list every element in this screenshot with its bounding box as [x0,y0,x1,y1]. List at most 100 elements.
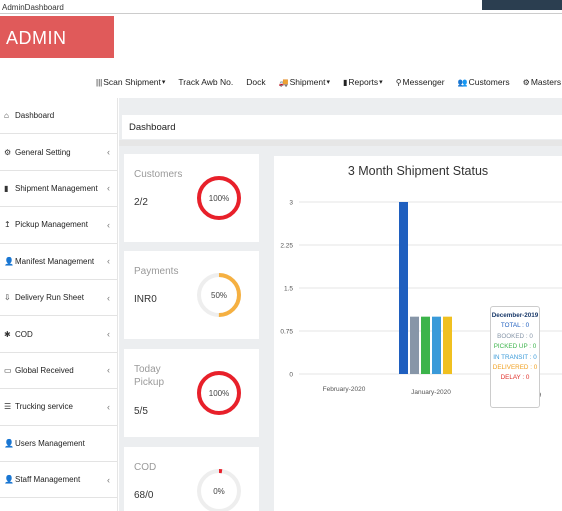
tooltip-row: IN TRANSIT : 0 [493,353,537,361]
caret-down-icon: ▾ [379,79,383,86]
tooltip-row: DELIVERED : 0 [492,364,538,372]
tooltip-row: PICKED UP : 0 [493,343,537,351]
chevron-left-icon[interactable]: ‹ [107,183,110,193]
bar-delivered[interactable] [443,316,452,374]
nav-label: Reports [348,77,379,87]
nav-label: Dock [246,77,266,87]
sidebar: ⌂ Dashboard ⚙ General Setting ‹ ▮ Shipment Man… [0,98,118,511]
bar-total[interactable] [399,202,408,374]
chevron-left-icon[interactable]: ‹ [107,329,110,339]
sidebar-item-label: Users Management [15,438,85,448]
delivery-run-sheet-icon: ⇩ [4,293,11,303]
shipment-management-icon: ▮ [4,183,9,193]
x-tick-label: January-2020 [411,389,451,396]
stat-card-customers[interactable]: Customers 2/2 100% [124,154,259,242]
nav-label: Messenger [402,77,445,87]
tooltip-row: DELAY : 0 [500,374,530,382]
stat-card-percent: 100% [208,194,230,203]
sidebar-item-label: Manifest Management [15,256,95,266]
nav-messenger[interactable]: ⚲ Messenger [396,74,445,90]
nav-label: Track Awb No. [178,77,234,87]
nav-dock[interactable]: Dock [246,74,265,90]
sidebar-item-label: Global Received [15,365,74,375]
stat-card-percent: 0% [213,487,225,496]
chevron-left-icon[interactable]: ‹ [107,293,110,303]
sidebar-item-manifest-management[interactable]: 👤 Manifest Management ‹ [0,244,117,280]
trucking-service-icon: ☰ [4,402,12,412]
nav-masters[interactable]: ⚙ Masters [523,74,561,90]
tooltip-title: December-2019 [491,312,539,319]
sidebar-item-label: Delivery Run Sheet [15,293,84,303]
dashboard-icon: ⌂ [4,111,9,121]
stat-card-value: 5/5 [134,406,148,417]
manifest-management-icon: 👤 [4,256,14,266]
stat-card-value: 68/0 [134,490,154,501]
sidebar-item-dashboard[interactable]: ⌂ Dashboard [0,98,117,135]
y-tick-label: 1.5 [284,286,293,293]
y-tick-label: 0.75 [280,329,293,336]
nav-label: Scan Shipment [103,77,161,87]
users-icon: 👥 [457,77,468,87]
sidebar-item-label: Dashboard [15,111,55,121]
bar-in-transit[interactable] [432,316,441,374]
header-divider [119,140,562,146]
sidebar-item-label: Staff Management [15,475,81,485]
sidebar-item-general-setting[interactable]: ⚙ General Setting ‹ [0,134,117,171]
nav-label: Shipment [289,77,326,87]
caret-down-icon: ▾ [161,79,166,86]
brand-logo[interactable]: ADMIN [0,16,114,58]
nav-shipment[interactable]: 🚚 Shipment ▾ [279,74,330,90]
main-content: Dashboard Customers 2/2 100% Payments INR0 50… [119,98,562,511]
sidebar-item-label: Trucking service [15,402,73,412]
stat-card-payments[interactable]: Payments INR0 50% [124,251,259,339]
chevron-left-icon[interactable]: ‹ [107,365,110,375]
bar-picked-up[interactable] [421,316,430,374]
sidebar-item-pickup-management[interactable]: ↥ Pickup Management ‹ [0,207,117,244]
nav-customers[interactable]: 👥 Customers [458,74,510,90]
sidebar-item-staff-management[interactable]: 👤 Staff Management ‹ [0,462,117,499]
stat-card-value: 2/2 [134,197,148,208]
chevron-left-icon[interactable]: ‹ [107,220,110,230]
stat-card-title: Today Pickup [134,364,165,388]
y-tick-label: 3 [289,200,293,207]
chevron-left-icon[interactable]: ‹ [107,475,110,485]
shipment-status-chart: 3 Month Shipment Status 3 2.25 1.5 0.75 0 Feb… [274,156,562,511]
general-setting-icon: ⚙ [4,147,12,157]
sidebar-item-label: General Setting [15,147,71,157]
top-navigation: ||| Scan Shipment ▾ Track Awb No. Dock 🚚 Shipm… [96,74,562,90]
nav-reports[interactable]: ▮ Reports ▾ [343,74,383,90]
y-tick-label: 2.25 [280,243,293,250]
barcode-icon: ||| [96,77,103,87]
chart-tooltip: December-2019 TOTAL : 0 BOOKED : 0 PICKED U… [490,306,540,408]
staff-management-icon: 👤 [4,475,14,485]
sidebar-item-label: Shipment Management [15,183,98,193]
stat-card-today-pickup[interactable]: Today Pickup 5/5 100% [124,349,259,437]
stat-card-percent: 50% [210,291,228,300]
stat-card-title: Customers [134,169,183,180]
title-bar-strip [482,0,562,10]
sidebar-item-label: COD [15,329,33,339]
sidebar-item-global-received[interactable]: ▭ Global Received ‹ [0,353,117,390]
sidebar-item-users-management[interactable]: 👤 Users Management [0,426,117,462]
sidebar-item-shipment-management[interactable]: ▮ Shipment Management ‹ [0,171,117,208]
sidebar-item-trucking-service[interactable]: ☰ Trucking service ‹ [0,389,117,426]
nav-scan-shipment[interactable]: ||| Scan Shipment ▾ [96,74,165,90]
window-title: AdminDashboard [0,0,562,14]
bar-booked[interactable] [410,316,419,374]
stat-card-value: INR0 [134,294,157,305]
global-received-icon: ▭ [4,365,12,375]
nav-track-awb-no[interactable]: Track Awb No. [178,74,233,90]
chevron-left-icon[interactable]: ‹ [107,256,110,266]
sidebar-item-cod[interactable]: ✱ COD ‹ [0,316,117,353]
chevron-left-icon[interactable]: ‹ [107,147,110,157]
chart-icon: ▮ [343,77,348,87]
stat-card-percent: 100% [208,389,230,398]
sidebar-item-delivery-run-sheet[interactable]: ⇩ Delivery Run Sheet ‹ [0,280,117,317]
tooltip-row: TOTAL : 0 [500,322,530,330]
stat-card-cod[interactable]: COD 68/0 0% [124,447,259,511]
truck-icon: 🚚 [278,77,289,87]
x-tick-label: February-2020 [323,386,366,393]
nav-label: Customers [468,77,510,87]
location-icon: ⚲ [395,77,402,87]
chevron-left-icon[interactable]: ‹ [107,402,110,412]
